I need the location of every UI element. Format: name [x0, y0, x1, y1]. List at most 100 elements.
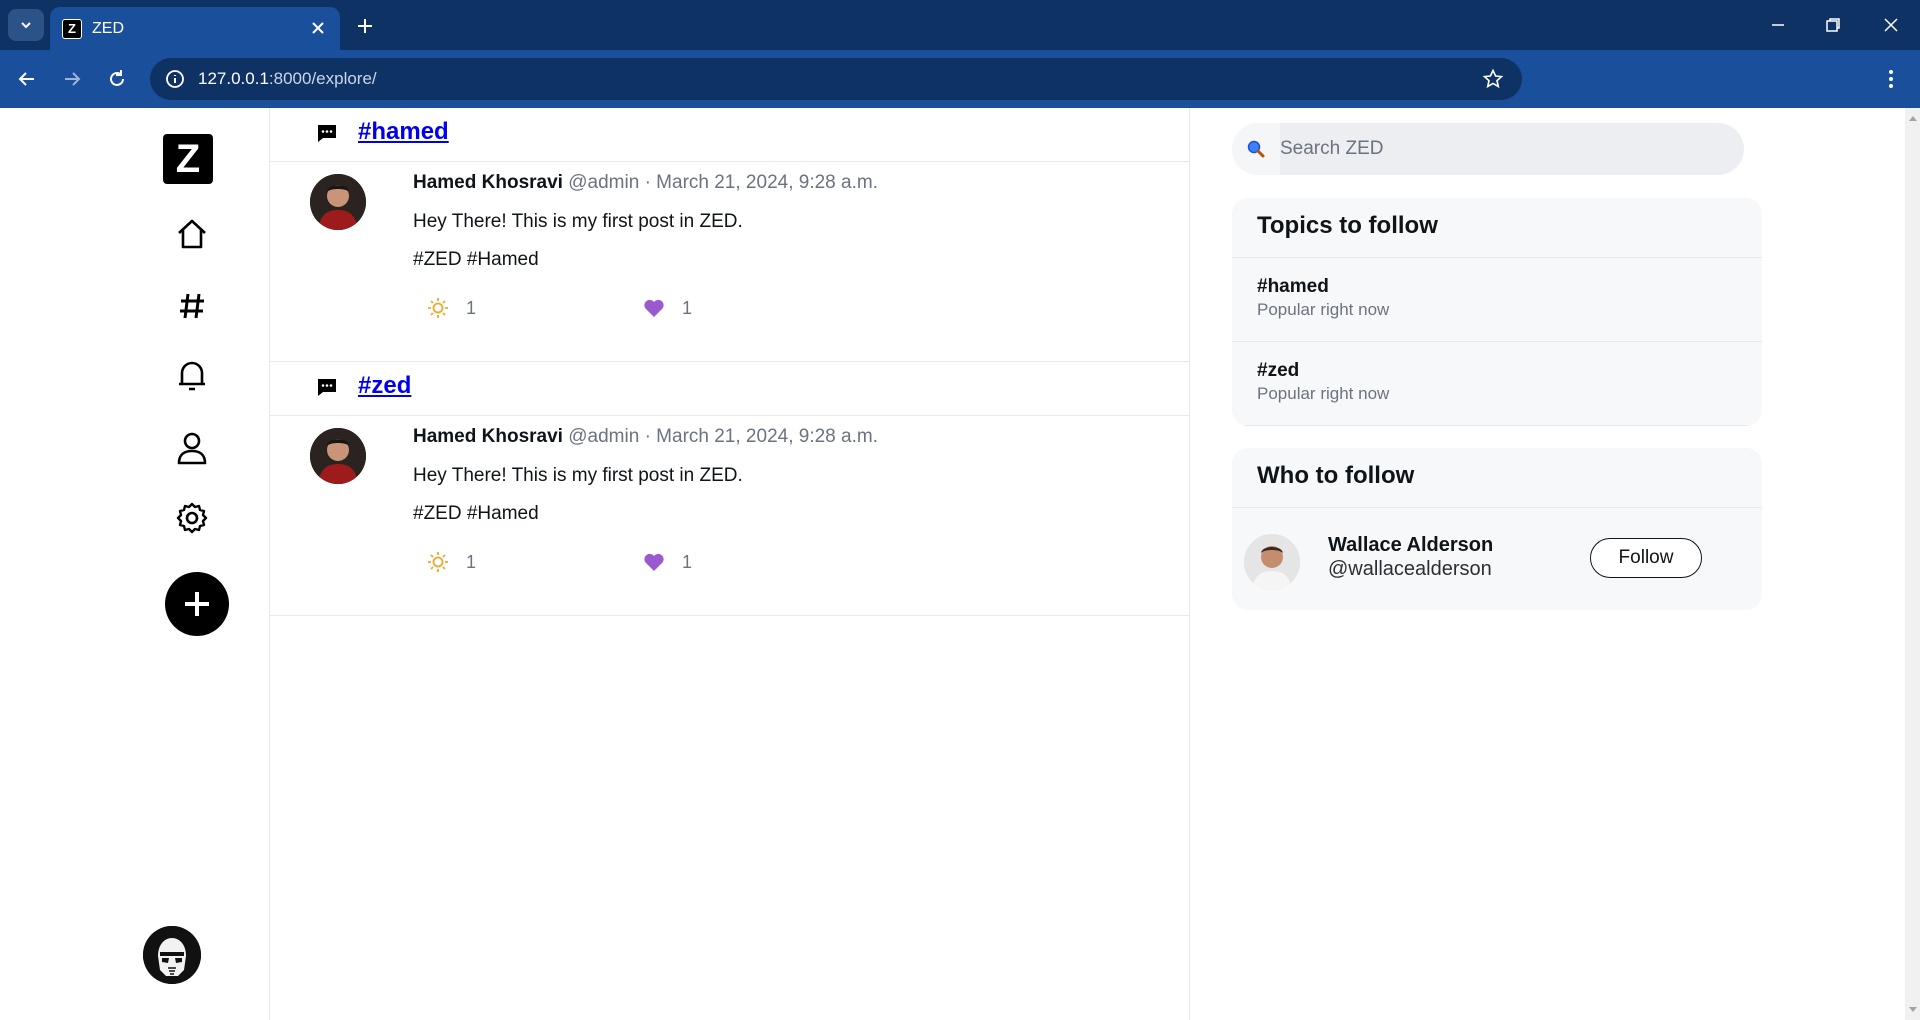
like-button[interactable]: 1: [642, 550, 692, 574]
zed-logo[interactable]: Z: [163, 134, 213, 184]
like-count: 1: [682, 297, 693, 318]
browser-tab[interactable]: Z ZED: [50, 7, 340, 50]
url-host: 127.0.0.1: [198, 69, 269, 88]
post-handle: @admin: [568, 426, 640, 447]
post-card[interactable]: Hamed Khosravi @admin · March 21, 2024, …: [270, 162, 1190, 362]
chat-icon: [318, 379, 336, 396]
topic-suggestion[interactable]: #zed Popular right now: [1232, 342, 1762, 426]
post-meta: Hamed Khosravi @admin · March 21, 2024, …: [413, 426, 878, 448]
minimize-icon[interactable]: [1765, 12, 1791, 38]
nav-settings[interactable]: [172, 498, 212, 538]
close-window-icon[interactable]: [1878, 12, 1904, 38]
topic-header: #zed: [270, 362, 1190, 416]
avatar[interactable]: [143, 926, 201, 984]
reload-icon: [110, 70, 124, 86]
search-box[interactable]: [1232, 123, 1744, 175]
post-tags: #ZED #Hamed: [413, 503, 539, 524]
topic-name: #hamed: [1257, 276, 1329, 297]
home-icon: [178, 219, 206, 249]
post-card[interactable]: Hamed Khosravi @admin · March 21, 2024, …: [270, 416, 1190, 616]
more-menu-icon[interactable]: [1876, 64, 1906, 94]
restore-icon[interactable]: [1820, 12, 1846, 38]
page-scrollbar[interactable]: [1905, 108, 1920, 1020]
person-photo-icon: [310, 174, 366, 230]
scroll-up-arrow[interactable]: [1909, 116, 1917, 121]
arrow-right-icon: [65, 72, 81, 86]
avatar[interactable]: [310, 428, 366, 484]
chevron-down-icon: [21, 22, 31, 29]
url-path: :8000/explore/: [268, 69, 377, 88]
follow-button[interactable]: Follow: [1590, 538, 1702, 578]
stormtrooper-avatar-icon: [143, 926, 201, 984]
who-to-follow-card: Who to follow Wallace Alderson @wallacea…: [1232, 448, 1762, 610]
address-bar[interactable]: 127.0.0.1:8000/explore/: [150, 58, 1522, 100]
post-author[interactable]: Hamed Khosravi: [413, 172, 563, 193]
nav-notifications[interactable]: [172, 356, 212, 396]
close-icon[interactable]: [308, 18, 328, 38]
person-photo-icon: [1244, 534, 1300, 590]
chat-icon: [318, 125, 336, 142]
post-text: Hey There! This is my first post in ZED.: [413, 211, 743, 232]
nav-profile[interactable]: [172, 428, 212, 468]
meta-separator: ·: [644, 426, 651, 447]
post-date: March 21, 2024, 9:28 a.m.: [656, 172, 878, 193]
post-tags: #ZED #Hamed: [413, 249, 539, 270]
post-meta: Hamed Khosravi @admin · March 21, 2024, …: [413, 172, 878, 194]
search-input[interactable]: [1280, 137, 1680, 161]
shine-button[interactable]: 1: [426, 550, 476, 574]
tab-favicon: Z: [62, 18, 82, 39]
shine-count: 1: [466, 297, 477, 318]
topic-link[interactable]: #hamed: [358, 118, 449, 146]
info-icon[interactable]: [164, 68, 186, 90]
tab-title: ZED: [92, 19, 124, 37]
topic-header: #hamed: [270, 108, 1190, 162]
topic-subtitle: Popular right now: [1257, 300, 1390, 319]
sun-icon: [426, 550, 450, 574]
bookmark-star-icon[interactable]: [1482, 68, 1504, 90]
shine-count: 1: [466, 551, 477, 572]
plus-icon: [185, 592, 209, 616]
left-nav: Z: [0, 108, 270, 1020]
search-icon: [1232, 123, 1280, 175]
page: Z #hamed Hamed Khosravi @admin · March 2…: [0, 108, 1905, 1020]
topics-title: Topics to follow: [1232, 198, 1762, 258]
profile-icon: [177, 432, 207, 465]
post-text: Hey There! This is my first post in ZED.: [413, 465, 743, 486]
gear-icon: [176, 502, 208, 534]
nav-explore[interactable]: [172, 286, 212, 326]
forward-button[interactable]: [57, 64, 87, 94]
scroll-down-arrow[interactable]: [1909, 1007, 1917, 1012]
like-count: 1: [682, 551, 693, 572]
meta-separator: ·: [644, 172, 651, 193]
back-button[interactable]: [12, 64, 42, 94]
heart-icon: [642, 550, 666, 574]
suggested-user-name[interactable]: Wallace Alderson: [1328, 534, 1493, 557]
post-author[interactable]: Hamed Khosravi: [413, 426, 563, 447]
who-title: Who to follow: [1232, 448, 1762, 508]
topic-suggestion[interactable]: #hamed Popular right now: [1232, 258, 1762, 342]
topic-link[interactable]: #zed: [358, 372, 411, 400]
avatar[interactable]: [1244, 534, 1300, 590]
person-photo-icon: [310, 428, 366, 484]
compose-button[interactable]: [165, 572, 229, 636]
bell-icon: [179, 361, 205, 391]
topic-subtitle: Popular right now: [1257, 384, 1390, 403]
browser-titlebar: Z ZED: [0, 0, 1920, 50]
nav-home[interactable]: [172, 214, 212, 254]
suggested-user-handle: @wallacealderson: [1328, 558, 1492, 580]
avatar[interactable]: [310, 174, 366, 230]
topic-name: #zed: [1257, 360, 1300, 381]
tab-search-button[interactable]: [8, 9, 44, 41]
new-tab-icon[interactable]: [352, 13, 378, 39]
post-date: March 21, 2024, 9:28 a.m.: [656, 426, 878, 447]
shine-button[interactable]: 1: [426, 296, 476, 320]
like-button[interactable]: 1: [642, 296, 692, 320]
topics-card: Topics to follow #hamed Popular right no…: [1232, 198, 1762, 426]
sun-icon: [426, 296, 450, 320]
browser-toolbar: 127.0.0.1:8000/explore/: [0, 50, 1920, 108]
reload-button[interactable]: [102, 64, 132, 94]
explore-feed: #hamed Hamed Khosravi @admin · March 21,…: [270, 108, 1190, 1020]
arrow-left-icon: [18, 72, 34, 86]
follow-suggestion: Wallace Alderson @wallacealderson Follow: [1232, 508, 1762, 610]
post-handle: @admin: [568, 172, 640, 193]
